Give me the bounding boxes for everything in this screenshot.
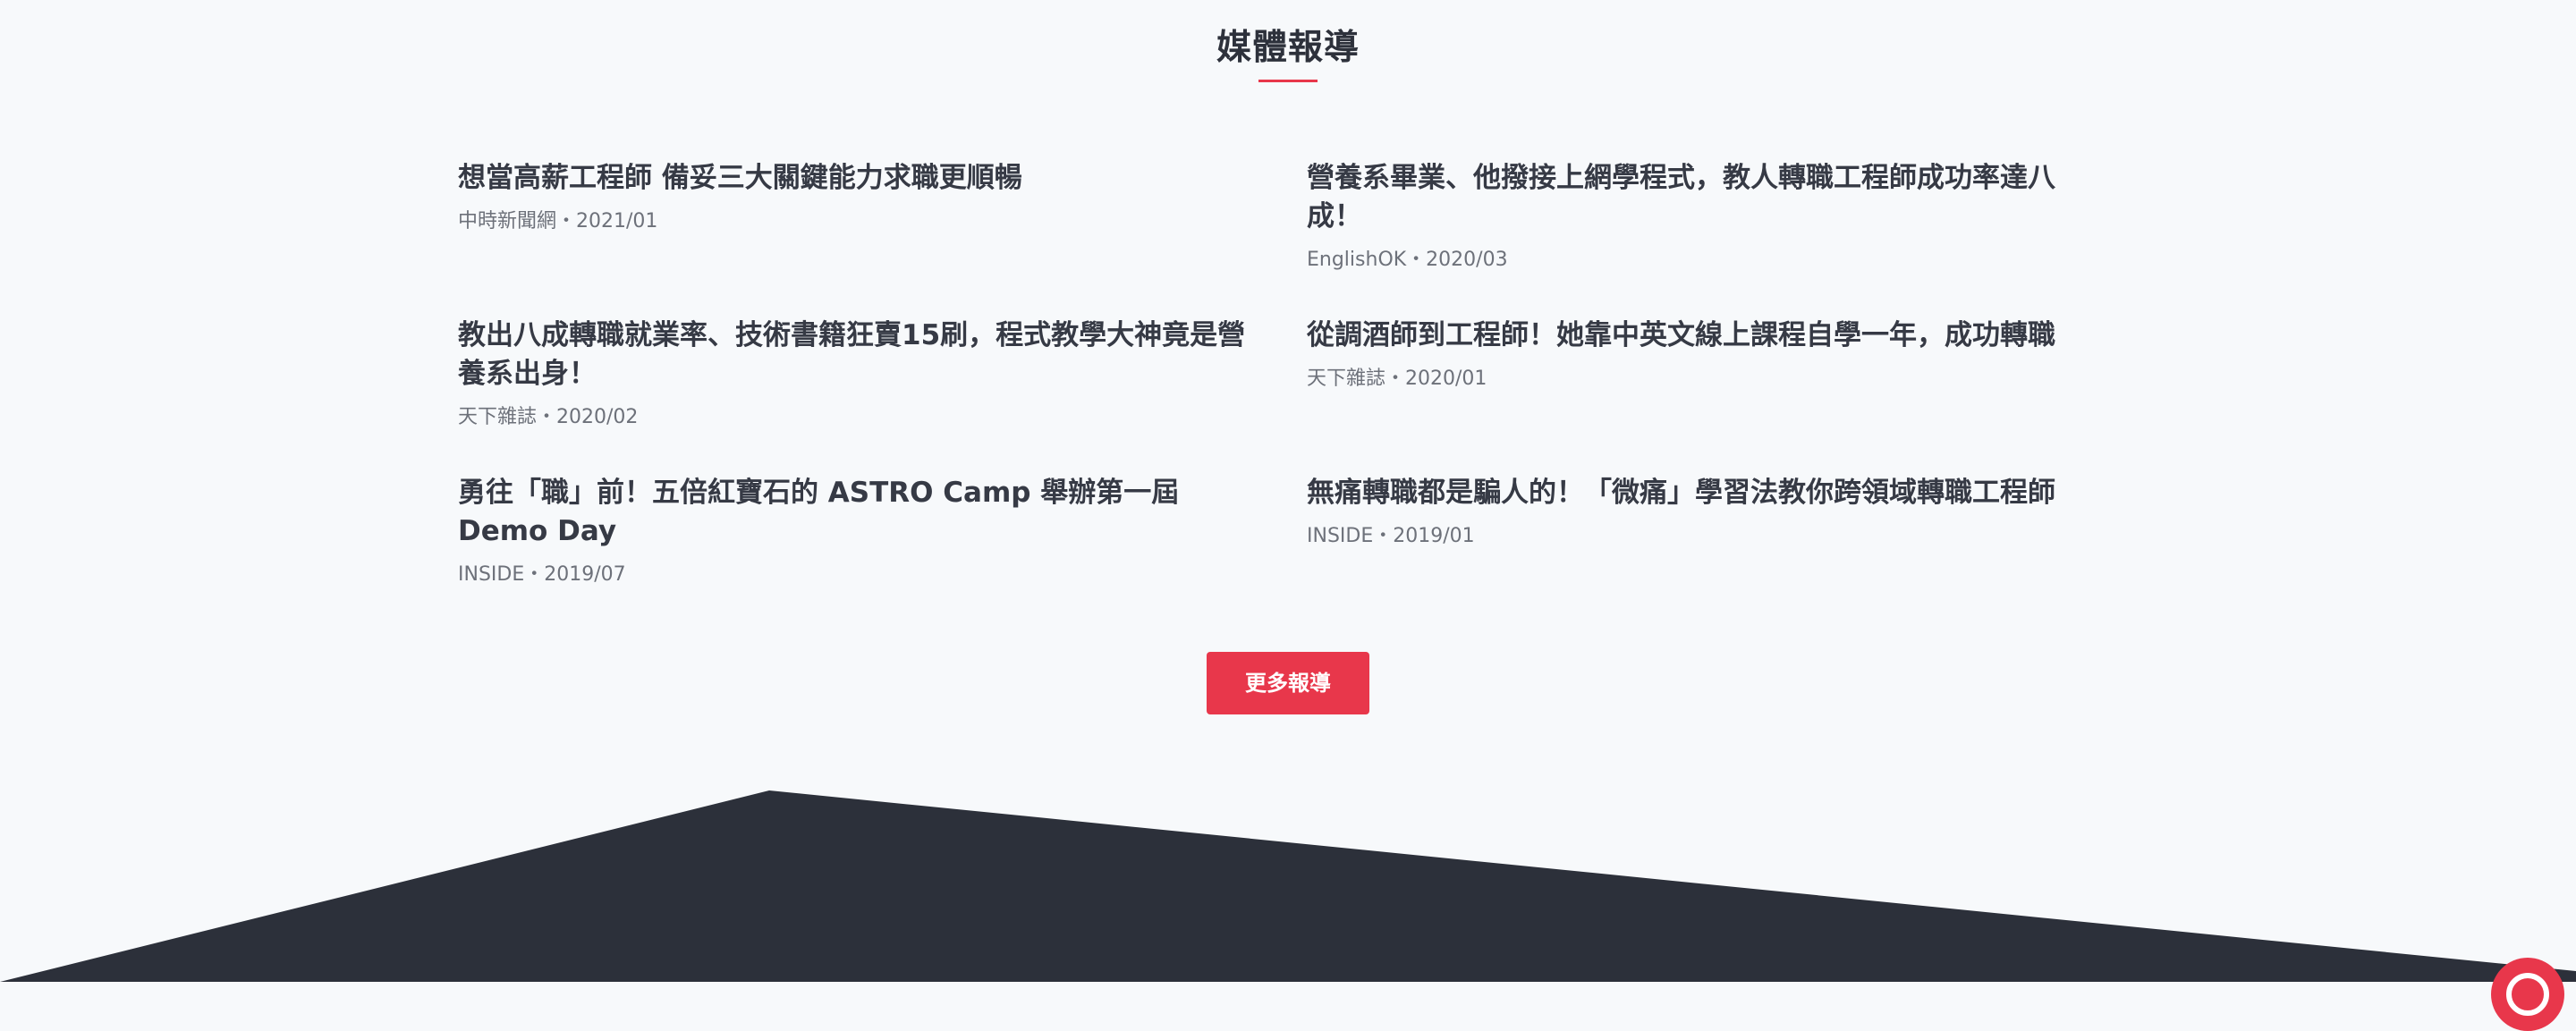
article-meta: EnglishOK・2020/03 [1307, 249, 1508, 271]
article-item[interactable]: 無痛轉職都是騙人的！「微痛」學習法教你跨領域轉職工程師 INSIDE・2019/… [1307, 474, 2094, 550]
title-underline [1258, 80, 1318, 82]
article-title[interactable]: 從調酒師到工程師！她靠中英文線上課程自學一年，成功轉職 [1307, 317, 2094, 355]
floating-chat-button[interactable] [2491, 958, 2564, 1031]
article-meta: 天下雜誌・2020/01 [1307, 368, 1487, 390]
footer-background-shape [0, 0, 2576, 982]
section-title: 媒體報導 [1216, 28, 1360, 68]
article-title[interactable]: 想當高薪工程師 備妥三大關鍵能力求職更順暢 [458, 159, 1267, 198]
article-title[interactable]: 無痛轉職都是騙人的！「微痛」學習法教你跨領域轉職工程師 [1307, 474, 2094, 512]
article-item[interactable]: 營養系畢業、他撥接上網學程式，教人轉職工程師成功率達八成！ EnglishOK・… [1307, 159, 2085, 274]
article-title[interactable]: 教出八成轉職就業率、技術書籍狂賣15刷，程式教學大神竟是營養系出身！ [458, 317, 1267, 393]
article-title[interactable]: 營養系畢業、他撥接上網學程式，教人轉職工程師成功率達八成！ [1307, 159, 2085, 236]
article-meta: INSIDE・2019/01 [1307, 525, 1475, 547]
article-meta: INSIDE・2019/07 [458, 563, 626, 586]
chat-icon [2506, 973, 2549, 1016]
article-meta: 天下雜誌・2020/02 [458, 406, 639, 428]
more-news-button[interactable]: 更多報導 [1207, 652, 1369, 714]
article-item[interactable]: 想當高薪工程師 備妥三大關鍵能力求職更順暢 中時新聞網・2021/01 [458, 159, 1267, 235]
article-item[interactable]: 從調酒師到工程師！她靠中英文線上課程自學一年，成功轉職 天下雜誌・2020/01 [1307, 317, 2094, 393]
article-item[interactable]: 勇往「職」前！五倍紅寶石的 ASTRO Camp 舉辦第一屆 Demo Day … [458, 474, 1227, 588]
article-item[interactable]: 教出八成轉職就業率、技術書籍狂賣15刷，程式教學大神竟是營養系出身！ 天下雜誌・… [458, 317, 1267, 431]
article-meta: 中時新聞網・2021/01 [458, 210, 658, 232]
article-title[interactable]: 勇往「職」前！五倍紅寶石的 ASTRO Camp 舉辦第一屆 Demo Day [458, 474, 1227, 551]
